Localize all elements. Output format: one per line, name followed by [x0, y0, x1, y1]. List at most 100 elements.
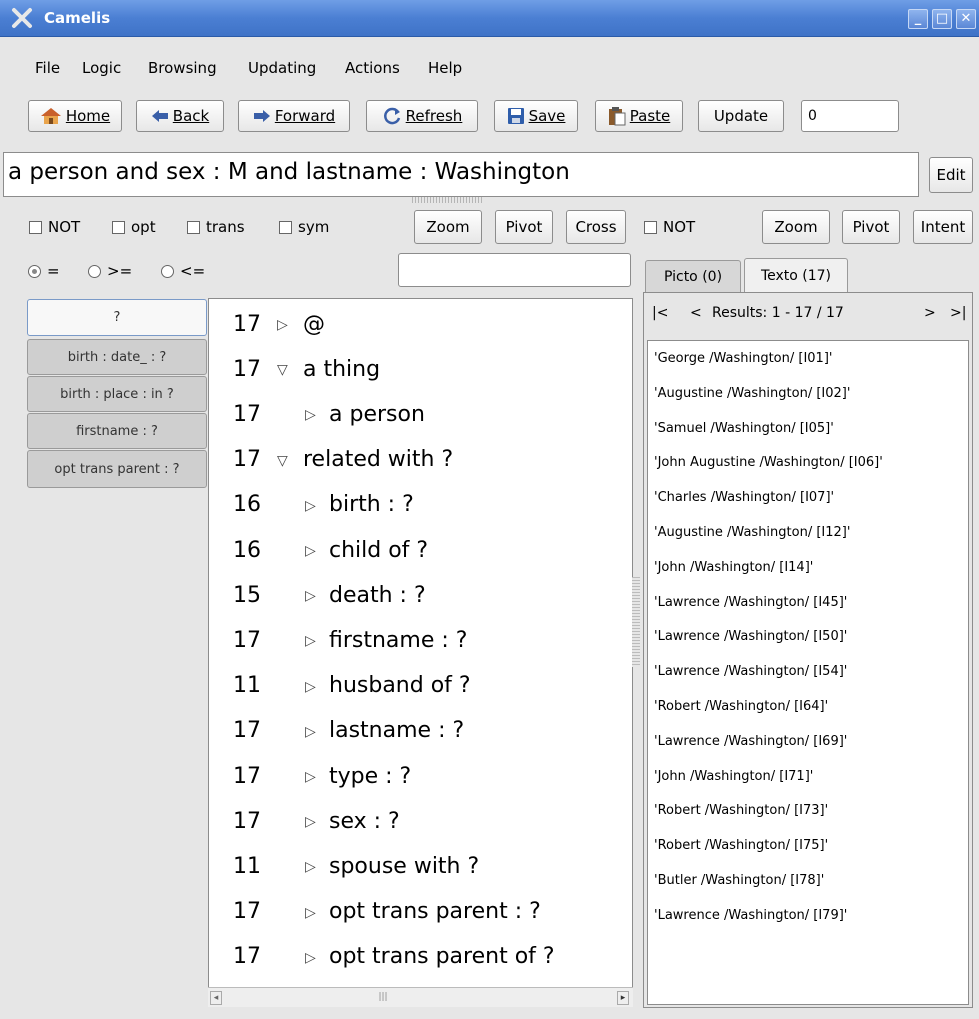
- radio-less-equal[interactable]: <=: [161, 262, 205, 280]
- home-button[interactable]: Home: [28, 100, 122, 132]
- tree-row-label: related with ?: [303, 447, 454, 473]
- expander-closed-icon[interactable]: ▷: [305, 679, 316, 695]
- maximize-icon[interactable]: □: [932, 9, 952, 29]
- back-button[interactable]: Back: [136, 100, 224, 132]
- radio-equal[interactable]: =: [28, 262, 60, 280]
- expander-open-icon[interactable]: ▽: [277, 362, 288, 378]
- pane-resize-handle[interactable]: [412, 197, 482, 203]
- forward-button[interactable]: Forward: [238, 100, 350, 132]
- scroll-right-icon[interactable]: ▸: [617, 991, 629, 1005]
- result-item[interactable]: 'Lawrence /Washington/ [I45]': [654, 595, 847, 610]
- floppy-disk-icon: [507, 108, 524, 124]
- menu-updating[interactable]: Updating: [248, 59, 316, 77]
- next-page-button[interactable]: >: [924, 305, 936, 321]
- compare-value-field[interactable]: [398, 253, 631, 287]
- result-item[interactable]: 'Augustine /Washington/ [I12]': [654, 525, 850, 540]
- not-checkbox[interactable]: NOT: [29, 218, 80, 236]
- prev-page-button[interactable]: <: [690, 305, 702, 321]
- result-item[interactable]: 'Charles /Washington/ [I07]': [654, 490, 834, 505]
- expander-closed-icon[interactable]: ▷: [305, 633, 316, 649]
- query-field[interactable]: a person and sex : M and lastname : Wash…: [3, 152, 919, 197]
- result-item[interactable]: 'George /Washington/ [I01]': [654, 351, 832, 366]
- expander-closed-icon[interactable]: ▷: [305, 724, 316, 740]
- result-item[interactable]: 'Lawrence /Washington/ [I54]': [654, 664, 847, 679]
- result-item[interactable]: 'John Augustine /Washington/ [I06]': [654, 455, 883, 470]
- scroll-thumb-grip[interactable]: |||: [368, 992, 398, 1004]
- minimize-icon[interactable]: _: [908, 9, 928, 29]
- results-list[interactable]: 'George /Washington/ [I01]' 'Augustine /W…: [647, 340, 969, 1005]
- tree-row-label: @: [303, 311, 325, 337]
- results-summary: Results: 1 - 17 / 17: [712, 305, 844, 321]
- result-item[interactable]: 'Samuel /Washington/ [I05]': [654, 421, 834, 436]
- result-item[interactable]: 'Augustine /Washington/ [I02]': [654, 386, 850, 401]
- scroll-left-icon[interactable]: ◂: [210, 991, 222, 1005]
- result-item[interactable]: 'John /Washington/ [I71]': [654, 769, 813, 784]
- checkbox-box: [279, 220, 292, 234]
- expander-open-icon[interactable]: ▽: [277, 453, 288, 469]
- expander-closed-icon[interactable]: ▷: [305, 769, 316, 785]
- pane-splitter[interactable]: [632, 577, 640, 667]
- expander-closed-icon[interactable]: ▷: [305, 407, 316, 423]
- feature-tab-opt-trans-parent[interactable]: opt trans parent : ?: [27, 450, 207, 488]
- edit-button[interactable]: Edit: [929, 157, 973, 193]
- first-page-button[interactable]: |<: [652, 305, 668, 321]
- result-item[interactable]: 'Robert /Washington/ [I64]': [654, 699, 828, 714]
- feature-tab-birth-place[interactable]: birth : place : in ?: [27, 376, 207, 412]
- expander-closed-icon[interactable]: ▷: [277, 317, 288, 333]
- tree-row-count: 11: [233, 673, 261, 699]
- menu-file[interactable]: File: [35, 59, 60, 77]
- expander-closed-icon[interactable]: ▷: [305, 950, 316, 966]
- radio-greater-equal[interactable]: >=: [88, 262, 132, 280]
- refresh-button[interactable]: Refresh: [366, 100, 478, 132]
- expander-closed-icon[interactable]: ▷: [305, 498, 316, 514]
- result-item[interactable]: 'Lawrence /Washington/ [I69]': [654, 734, 847, 749]
- update-button[interactable]: Update: [698, 100, 784, 132]
- sym-checkbox[interactable]: sym: [279, 218, 329, 236]
- save-button[interactable]: Save: [494, 100, 578, 132]
- feature-tab-birth-date[interactable]: birth : date_ : ?: [27, 339, 207, 375]
- result-item[interactable]: 'Butler /Washington/ [I78]': [654, 873, 824, 888]
- menu-help[interactable]: Help: [428, 59, 462, 77]
- tree-row-count: 15: [233, 582, 261, 608]
- last-page-button[interactable]: >|: [950, 305, 966, 321]
- pivot-button-right[interactable]: Pivot: [842, 210, 900, 244]
- close-icon[interactable]: ✕: [956, 9, 976, 29]
- pivot-button-left[interactable]: Pivot: [495, 210, 553, 244]
- menu-browsing[interactable]: Browsing: [148, 59, 217, 77]
- expander-closed-icon[interactable]: ▷: [305, 859, 316, 875]
- tree-row-count: 16: [233, 537, 261, 563]
- menu-logic[interactable]: Logic: [82, 59, 121, 77]
- menu-actions[interactable]: Actions: [345, 59, 400, 77]
- result-item[interactable]: 'Lawrence /Washington/ [I50]': [654, 629, 847, 644]
- intent-button[interactable]: Intent: [913, 210, 973, 244]
- result-item[interactable]: 'Robert /Washington/ [I75]': [654, 838, 828, 853]
- feature-tab-firstname[interactable]: firstname : ?: [27, 413, 207, 449]
- expander-closed-icon[interactable]: ▷: [305, 543, 316, 559]
- zoom-button-right[interactable]: Zoom: [762, 210, 830, 244]
- main-window: File Logic Browsing Updating Actions Hel…: [0, 37, 979, 1019]
- tab-picto[interactable]: Picto (0): [645, 260, 741, 292]
- opt-checkbox[interactable]: opt: [112, 218, 156, 236]
- menu-bar: File Logic Browsing Updating Actions Hel…: [0, 37, 979, 85]
- result-item[interactable]: 'Lawrence /Washington/ [I79]': [654, 908, 847, 923]
- cross-button[interactable]: Cross: [566, 210, 626, 244]
- result-item[interactable]: 'John /Washington/ [I14]': [654, 560, 813, 575]
- update-count-field[interactable]: 0: [801, 100, 899, 132]
- tree-row-count: 17: [233, 899, 261, 925]
- title-bar[interactable]: Camelis _ □ ✕: [0, 0, 979, 37]
- expander-closed-icon[interactable]: ▷: [305, 814, 316, 830]
- tab-texto[interactable]: Texto (17): [744, 258, 848, 292]
- expander-closed-icon[interactable]: ▷: [305, 588, 316, 604]
- zoom-button-left[interactable]: Zoom: [414, 210, 482, 244]
- horizontal-scrollbar[interactable]: ◂ ||| ▸: [208, 987, 633, 1007]
- feature-tree[interactable]: 17 ▷ @17 ▽ a thing 17 ▷ a person 17 ▽ related with…: [208, 298, 633, 1007]
- trans-checkbox[interactable]: trans: [187, 218, 245, 236]
- feature-tab-all[interactable]: ?: [27, 299, 207, 336]
- not-checkbox-right[interactable]: NOT: [644, 218, 695, 236]
- result-item[interactable]: 'Robert /Washington/ [I73]': [654, 803, 828, 818]
- tree-row-label: opt trans parent of ?: [329, 944, 555, 970]
- expander-closed-icon[interactable]: ▷: [305, 905, 316, 921]
- paste-button[interactable]: Paste: [595, 100, 683, 132]
- tree-row-label: opt trans parent : ?: [329, 899, 541, 925]
- tree-row-label: type : ?: [329, 763, 412, 789]
